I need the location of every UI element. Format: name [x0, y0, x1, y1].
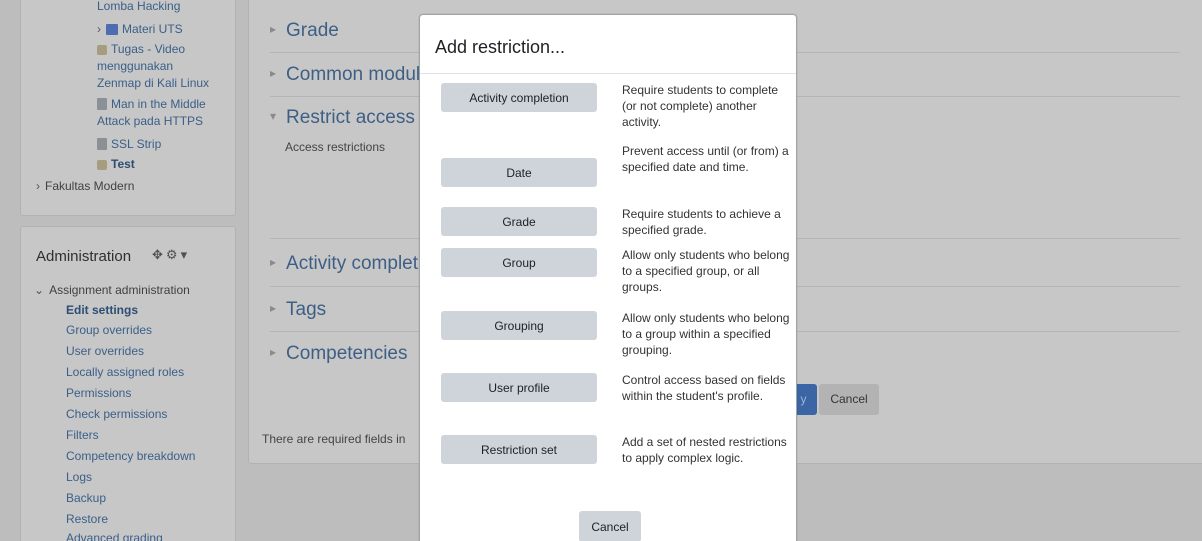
nav-item-label: Lomba Hacking [97, 0, 181, 13]
nav-item-label: Man in the Middle [111, 97, 206, 111]
caret-right-icon: ▸ [270, 22, 277, 36]
caret-right-icon: ▸ [270, 301, 277, 315]
admin-group-label: Assignment administration [49, 283, 190, 297]
caret-right-icon: ▸ [270, 345, 277, 359]
administration-actions: ✥⚙▾ [152, 247, 190, 263]
nav-item-man-in-the-middle-line2[interactable]: Attack pada HTTPS [97, 113, 203, 130]
section-competencies[interactable]: ▸ Competencies [270, 343, 407, 365]
required-fields-note: There are required fields in [262, 432, 406, 446]
admin-item-filters[interactable]: Filters [66, 427, 99, 444]
admin-item-advanced-grading[interactable]: Advanced grading [66, 530, 163, 541]
user-profile-button[interactable]: User profile [441, 373, 597, 402]
user-profile-description: Control access based on fields within th… [622, 373, 786, 403]
admin-item-backup[interactable]: Backup [66, 490, 106, 507]
section-grade[interactable]: ▸ Grade [270, 20, 339, 42]
grade-button[interactable]: Grade [441, 207, 597, 236]
nav-item-fakultas-modern[interactable]: › Fakultas Modern [36, 178, 134, 195]
chevron-down-icon[interactable]: ▾ [181, 247, 191, 262]
chevron-right-icon[interactable]: › [36, 178, 40, 195]
nav-item-label-line: Zenmap di Kali Linux [97, 76, 210, 90]
section-restrict-access[interactable]: ▾ Restrict access [270, 107, 415, 129]
nav-item-label: Fakultas Modern [45, 179, 135, 193]
admin-item-label: Advanced grading [66, 531, 163, 541]
nav-item-label: Test [111, 157, 135, 171]
section-activity-completion[interactable]: ▸ Activity complet [270, 253, 418, 275]
dialog-header-divider [420, 73, 796, 74]
grouping-button[interactable]: Grouping [441, 311, 597, 340]
assignment-icon [97, 160, 107, 170]
admin-item-label: Backup [66, 491, 107, 505]
admin-item-check-permissions[interactable]: Check permissions [66, 406, 167, 423]
admin-group-assignment[interactable]: ⌄ Assignment administration [34, 282, 190, 299]
dialog-title: Add restriction... [435, 37, 566, 57]
admin-item-label: Permissions [66, 386, 132, 400]
nav-item-label: SSL Strip [111, 137, 162, 151]
grouping-description: Allow only students who belong to a grou… [622, 311, 790, 357]
group-description: Allow only students who belong to a spec… [622, 248, 790, 294]
section-label: Common modul [286, 64, 421, 85]
nav-item-label: Materi UTS [122, 22, 183, 36]
page-icon [97, 138, 107, 150]
section-label: Activity complet [286, 253, 419, 274]
dialog-cancel-button[interactable]: Cancel [579, 511, 641, 541]
admin-item-label: Check permissions [66, 407, 168, 421]
section-label: Grade [286, 20, 339, 41]
admin-item-label: Logs [66, 470, 93, 484]
section-label: Restrict access [286, 107, 415, 128]
admin-item-label: User overrides [66, 344, 145, 358]
cancel-button[interactable]: Cancel [819, 384, 879, 415]
nav-item-label: Tugas - Video [111, 42, 186, 56]
nav-item-test[interactable]: Test [97, 156, 135, 173]
admin-item-logs[interactable]: Logs [66, 469, 92, 486]
admin-item-label: Filters [66, 428, 99, 442]
admin-item-competency-breakdown[interactable]: Competency breakdown [66, 448, 195, 465]
nav-item-label-line: menggunakan [97, 59, 174, 73]
admin-item-locally-assigned-roles[interactable]: Locally assigned roles [66, 364, 184, 381]
admin-item-edit-settings[interactable]: Edit settings [66, 302, 138, 319]
group-button[interactable]: Group [441, 248, 597, 277]
section-label: Tags [286, 299, 327, 320]
admin-item-group-overrides[interactable]: Group overrides [66, 322, 152, 339]
nav-item-tugas-video-line3[interactable]: Zenmap di Kali Linux [97, 75, 209, 92]
section-label: Competencies [286, 343, 408, 364]
nav-item-tugas-video-line2[interactable]: menggunakan [97, 58, 173, 75]
caret-right-icon: ▸ [270, 255, 277, 269]
nav-item-man-in-the-middle[interactable]: Man in the Middle [97, 96, 206, 113]
nav-item-tugas-video[interactable]: Tugas - Video [97, 41, 185, 58]
date-description: Prevent access until (or from) a specifi… [622, 144, 789, 174]
add-restriction-dialog: Add restriction... Activity completion R… [419, 14, 797, 541]
folder-icon [106, 24, 118, 35]
nav-item-ssl-strip[interactable]: SSL Strip [97, 136, 161, 153]
admin-item-permissions[interactable]: Permissions [66, 385, 131, 402]
restriction-set-description: Add a set of nested restrictions to appl… [622, 435, 787, 465]
caret-right-icon: ▸ [270, 66, 277, 80]
admin-item-label: Locally assigned roles [66, 365, 185, 379]
section-common-module[interactable]: ▸ Common modul [270, 64, 420, 86]
section-tags[interactable]: ▸ Tags [270, 299, 326, 321]
admin-item-label: Competency breakdown [66, 449, 196, 463]
administration-block [20, 226, 236, 541]
activity-completion-button[interactable]: Activity completion [441, 83, 597, 112]
nav-item-lomba-hacking[interactable]: Lomba Hacking [97, 0, 180, 15]
admin-item-restore[interactable]: Restore [66, 511, 108, 528]
grade-description: Require students to achieve a specified … [622, 207, 781, 237]
activity-completion-description: Require students to complete (or not com… [622, 83, 779, 129]
chevron-right-icon[interactable]: › [97, 21, 101, 38]
nav-item-materi-uts[interactable]: › Materi UTS [97, 21, 183, 38]
page-icon [97, 98, 107, 110]
admin-item-label: Edit settings [66, 303, 139, 317]
date-button[interactable]: Date [441, 158, 597, 187]
chevron-down-icon[interactable]: ⌄ [34, 282, 44, 299]
nav-item-label-line: Attack pada HTTPS [97, 114, 204, 128]
assignment-icon [97, 45, 107, 55]
admin-item-user-overrides[interactable]: User overrides [66, 343, 144, 360]
admin-item-label: Restore [66, 512, 109, 526]
restriction-set-button[interactable]: Restriction set [441, 435, 597, 464]
move-icon[interactable]: ✥ [152, 247, 166, 262]
caret-down-icon: ▾ [270, 109, 277, 123]
administration-title: Administration [36, 248, 132, 265]
gear-icon[interactable]: ⚙ [166, 247, 181, 262]
access-restrictions-label: Access restrictions [285, 140, 386, 154]
admin-item-label: Group overrides [66, 323, 153, 337]
